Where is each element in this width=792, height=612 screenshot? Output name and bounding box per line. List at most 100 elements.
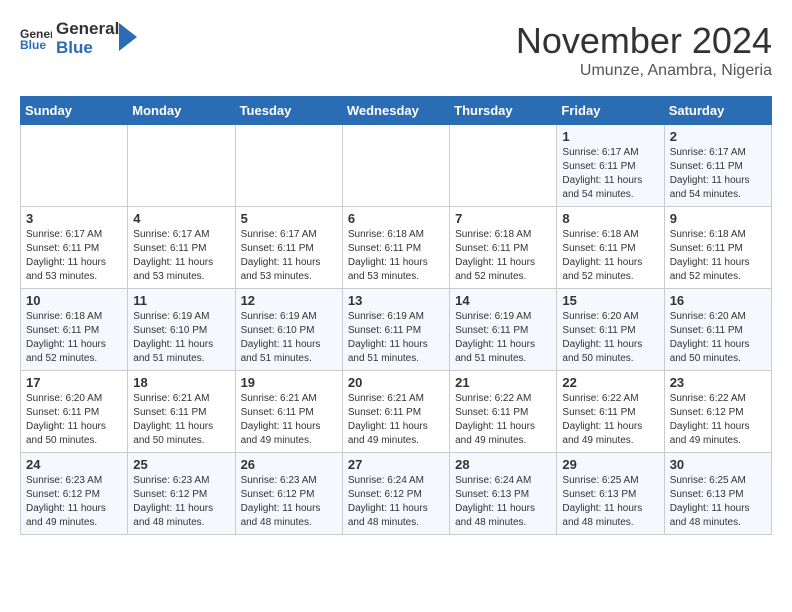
day-info: Sunrise: 6:21 AM Sunset: 6:11 PM Dayligh… <box>348 392 444 448</box>
calendar-cell: 13 Sunrise: 6:19 AM Sunset: 6:11 PM Dayli… <box>342 289 449 371</box>
calendar-cell: 20Sunrise: 6:21 AM Sunset: 6:11 PM Dayli… <box>342 371 449 453</box>
day-number: 24 <box>26 457 122 472</box>
day-info: Sunrise: 6:19 AM Sunset: 6:11 PM Dayligh… <box>348 310 444 366</box>
day-number: 8 <box>562 211 658 226</box>
location-title: Umunze, Anambra, Nigeria <box>516 62 772 80</box>
calendar-week-row: 3 Sunrise: 6:17 AM Sunset: 6:11 PM Daylig… <box>21 207 772 289</box>
weekday-header: Friday <box>557 97 664 125</box>
calendar-cell: 15Sunrise: 6:20 AM Sunset: 6:11 PM Dayli… <box>557 289 664 371</box>
day-info: Sunrise: 6:18 AM Sunset: 6:11 PM Dayligh… <box>348 228 444 284</box>
day-info: Sunrise: 6:20 AM Sunset: 6:11 PM Dayligh… <box>26 392 122 448</box>
calendar-cell: 29 Sunrise: 6:25 AM Sunset: 6:13 PM Dayli… <box>557 453 664 535</box>
logo-icon: General Blue <box>20 25 52 53</box>
day-number: 7 <box>455 211 551 226</box>
calendar-cell: 19 Sunrise: 6:21 AM Sunset: 6:11 PM Dayli… <box>235 371 342 453</box>
calendar-cell: 30 Sunrise: 6:25 AM Sunset: 6:13 PM Dayli… <box>664 453 771 535</box>
day-number: 29 <box>562 457 658 472</box>
calendar-cell: 23 Sunrise: 6:22 AM Sunset: 6:12 PM Dayli… <box>664 371 771 453</box>
calendar-cell <box>21 125 128 207</box>
calendar-cell: 22 Sunrise: 6:22 AM Sunset: 6:11 PM Dayli… <box>557 371 664 453</box>
calendar-cell <box>342 125 449 207</box>
day-number: 22 <box>562 375 658 390</box>
day-info: Sunrise: 6:20 AM Sunset: 6:11 PM Dayligh… <box>670 310 766 366</box>
day-info: Sunrise: 6:23 AM Sunset: 6:12 PM Dayligh… <box>26 474 122 530</box>
day-number: 25 <box>133 457 229 472</box>
calendar-week-row: 1Sunrise: 6:17 AM Sunset: 6:11 PM Daylig… <box>21 125 772 207</box>
calendar-cell: 21 Sunrise: 6:22 AM Sunset: 6:11 PM Dayli… <box>450 371 557 453</box>
weekday-header: Monday <box>128 97 235 125</box>
calendar-cell: 26 Sunrise: 6:23 AM Sunset: 6:12 PM Dayli… <box>235 453 342 535</box>
day-number: 16 <box>670 293 766 308</box>
day-number: 3 <box>26 211 122 226</box>
day-info: Sunrise: 6:18 AM Sunset: 6:11 PM Dayligh… <box>455 228 551 284</box>
calendar-cell: 3 Sunrise: 6:17 AM Sunset: 6:11 PM Daylig… <box>21 207 128 289</box>
day-number: 5 <box>241 211 337 226</box>
calendar-cell: 16 Sunrise: 6:20 AM Sunset: 6:11 PM Dayli… <box>664 289 771 371</box>
day-info: Sunrise: 6:24 AM Sunset: 6:13 PM Dayligh… <box>455 474 551 530</box>
day-info: Sunrise: 6:18 AM Sunset: 6:11 PM Dayligh… <box>670 228 766 284</box>
calendar-week-row: 24 Sunrise: 6:23 AM Sunset: 6:12 PM Dayli… <box>21 453 772 535</box>
calendar-cell: 2Sunrise: 6:17 AM Sunset: 6:11 PM Daylig… <box>664 125 771 207</box>
logo-general-text: General <box>56 20 119 39</box>
day-info: Sunrise: 6:22 AM Sunset: 6:11 PM Dayligh… <box>562 392 658 448</box>
calendar-cell: 5 Sunrise: 6:17 AM Sunset: 6:11 PM Daylig… <box>235 207 342 289</box>
day-info: Sunrise: 6:18 AM Sunset: 6:11 PM Dayligh… <box>26 310 122 366</box>
day-info: Sunrise: 6:19 AM Sunset: 6:10 PM Dayligh… <box>241 310 337 366</box>
weekday-header-row: SundayMondayTuesdayWednesdayThursdayFrid… <box>21 97 772 125</box>
calendar-table: SundayMondayTuesdayWednesdayThursdayFrid… <box>20 96 772 535</box>
calendar-cell: 18Sunrise: 6:21 AM Sunset: 6:11 PM Dayli… <box>128 371 235 453</box>
day-number: 10 <box>26 293 122 308</box>
day-number: 23 <box>670 375 766 390</box>
day-info: Sunrise: 6:23 AM Sunset: 6:12 PM Dayligh… <box>133 474 229 530</box>
day-number: 26 <box>241 457 337 472</box>
calendar-cell: 11 Sunrise: 6:19 AM Sunset: 6:10 PM Dayli… <box>128 289 235 371</box>
day-info: Sunrise: 6:25 AM Sunset: 6:13 PM Dayligh… <box>562 474 658 530</box>
calendar-cell: 8Sunrise: 6:18 AM Sunset: 6:11 PM Daylig… <box>557 207 664 289</box>
calendar-cell: 10 Sunrise: 6:18 AM Sunset: 6:11 PM Dayli… <box>21 289 128 371</box>
day-info: Sunrise: 6:17 AM Sunset: 6:11 PM Dayligh… <box>26 228 122 284</box>
day-number: 27 <box>348 457 444 472</box>
logo: General Blue General Blue <box>20 20 137 57</box>
day-info: Sunrise: 6:25 AM Sunset: 6:13 PM Dayligh… <box>670 474 766 530</box>
day-number: 30 <box>670 457 766 472</box>
calendar-cell <box>128 125 235 207</box>
calendar-cell: 1Sunrise: 6:17 AM Sunset: 6:11 PM Daylig… <box>557 125 664 207</box>
calendar-cell <box>235 125 342 207</box>
day-info: Sunrise: 6:23 AM Sunset: 6:12 PM Dayligh… <box>241 474 337 530</box>
calendar-week-row: 17 Sunrise: 6:20 AM Sunset: 6:11 PM Dayli… <box>21 371 772 453</box>
calendar-cell: 27Sunrise: 6:24 AM Sunset: 6:12 PM Dayli… <box>342 453 449 535</box>
page-header: General Blue General Blue November 2024 … <box>20 20 772 80</box>
calendar-week-row: 10 Sunrise: 6:18 AM Sunset: 6:11 PM Dayli… <box>21 289 772 371</box>
day-number: 19 <box>241 375 337 390</box>
calendar-cell: 7 Sunrise: 6:18 AM Sunset: 6:11 PM Daylig… <box>450 207 557 289</box>
calendar-cell: 24 Sunrise: 6:23 AM Sunset: 6:12 PM Dayli… <box>21 453 128 535</box>
day-info: Sunrise: 6:17 AM Sunset: 6:11 PM Dayligh… <box>133 228 229 284</box>
calendar-cell: 12 Sunrise: 6:19 AM Sunset: 6:10 PM Dayli… <box>235 289 342 371</box>
weekday-header: Sunday <box>21 97 128 125</box>
day-number: 14 <box>455 293 551 308</box>
day-number: 2 <box>670 129 766 144</box>
logo-blue-text: Blue <box>56 39 119 58</box>
title-block: November 2024 Umunze, Anambra, Nigeria <box>516 20 772 80</box>
calendar-cell: 4Sunrise: 6:17 AM Sunset: 6:11 PM Daylig… <box>128 207 235 289</box>
day-info: Sunrise: 6:21 AM Sunset: 6:11 PM Dayligh… <box>241 392 337 448</box>
logo-arrow-icon <box>119 23 137 51</box>
calendar-cell: 17 Sunrise: 6:20 AM Sunset: 6:11 PM Dayli… <box>21 371 128 453</box>
day-number: 11 <box>133 293 229 308</box>
day-number: 18 <box>133 375 229 390</box>
day-number: 12 <box>241 293 337 308</box>
day-number: 6 <box>348 211 444 226</box>
svg-text:Blue: Blue <box>20 38 46 52</box>
day-number: 13 <box>348 293 444 308</box>
day-info: Sunrise: 6:19 AM Sunset: 6:10 PM Dayligh… <box>133 310 229 366</box>
day-number: 9 <box>670 211 766 226</box>
day-info: Sunrise: 6:22 AM Sunset: 6:12 PM Dayligh… <box>670 392 766 448</box>
day-info: Sunrise: 6:22 AM Sunset: 6:11 PM Dayligh… <box>455 392 551 448</box>
day-number: 17 <box>26 375 122 390</box>
calendar-cell: 9 Sunrise: 6:18 AM Sunset: 6:11 PM Daylig… <box>664 207 771 289</box>
calendar-cell: 28Sunrise: 6:24 AM Sunset: 6:13 PM Dayli… <box>450 453 557 535</box>
day-info: Sunrise: 6:17 AM Sunset: 6:11 PM Dayligh… <box>241 228 337 284</box>
day-number: 21 <box>455 375 551 390</box>
weekday-header: Thursday <box>450 97 557 125</box>
weekday-header: Wednesday <box>342 97 449 125</box>
